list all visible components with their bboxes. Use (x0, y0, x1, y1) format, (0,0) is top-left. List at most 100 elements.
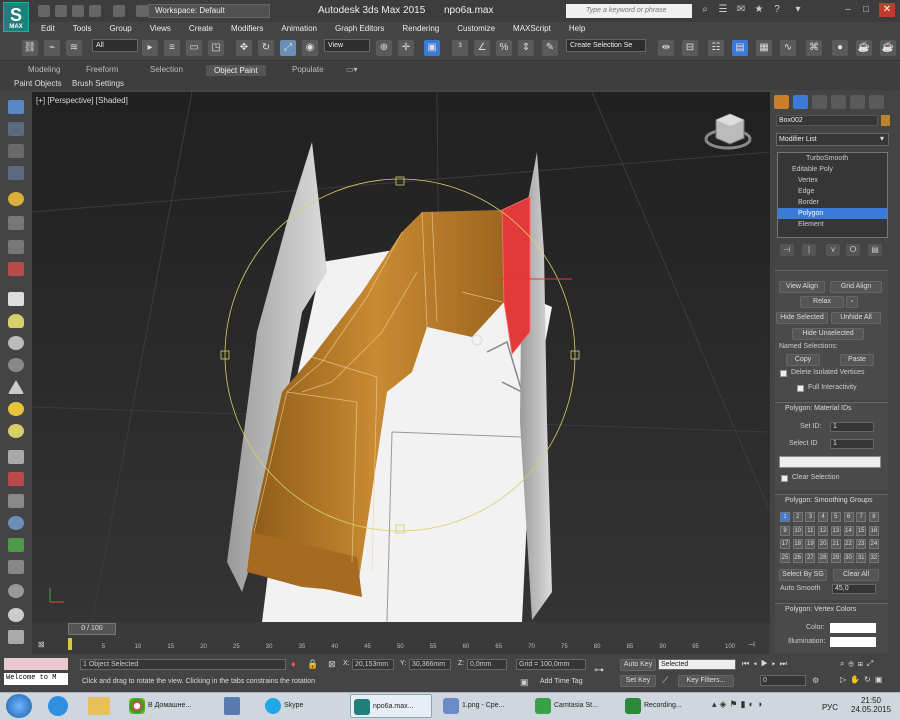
start-button-icon[interactable] (6, 694, 32, 718)
smoothing-group-button[interactable]: 5 (830, 512, 841, 522)
lock-selection-icon[interactable]: 🔒 (307, 659, 318, 670)
y-coord-field[interactable]: 30,366mm (409, 659, 451, 670)
angle-snap-icon[interactable]: ∠ (474, 40, 490, 56)
calculator-icon[interactable] (224, 697, 240, 715)
subscription-icon[interactable]: ☰ (715, 3, 731, 17)
menu-rendering[interactable]: Rendering (393, 23, 448, 35)
menu-maxscript[interactable]: MAXScript (504, 23, 560, 35)
key-mode-dropdown[interactable]: Selected (658, 659, 736, 670)
globe-icon[interactable] (8, 516, 24, 530)
scene-explorer-icon[interactable]: ☷ (708, 40, 724, 56)
grass-icon[interactable] (8, 450, 24, 464)
chevron-down-icon[interactable]: ▾ (880, 134, 884, 143)
stack-item-element[interactable]: Element (778, 219, 887, 230)
select-manipulate-icon[interactable]: ✛ (398, 40, 414, 56)
brush-tool-icon[interactable] (8, 100, 24, 114)
maxscript-listener-mini[interactable] (4, 658, 68, 670)
modifier-list-dropdown[interactable]: Modifier List (776, 133, 889, 146)
motion-tab-icon[interactable] (831, 95, 846, 109)
menu-graph-editors[interactable]: Graph Editors (326, 23, 393, 35)
pivot-center-icon[interactable]: ⊕ (376, 40, 392, 56)
smoothing-group-button[interactable]: 21 (830, 539, 841, 549)
vertex-colors-title[interactable]: Polygon: Vertex Colors (775, 604, 888, 616)
stack-item-polygon[interactable]: Polygon (778, 208, 887, 219)
smoothing-group-button[interactable]: 26 (792, 552, 803, 563)
smoothing-group-button[interactable]: 23 (856, 539, 867, 549)
smoothing-group-button[interactable]: 19 (805, 539, 816, 549)
stack-item-vertex[interactable]: Vertex (778, 175, 887, 186)
render-icon[interactable]: ☕ (880, 40, 896, 56)
grid-align-button[interactable]: Grid Align (830, 281, 882, 293)
menu-edit[interactable]: Edit (32, 23, 64, 35)
menu-help[interactable]: Help (560, 23, 594, 35)
key-filters-button[interactable]: Key Filters... (678, 675, 734, 687)
smoothing-group-button[interactable]: 27 (805, 552, 816, 563)
z-coord-field[interactable]: 0,0mm (467, 659, 507, 670)
smoothing-group-button[interactable]: 13 (830, 525, 841, 536)
unlink-icon[interactable]: ⌁ (44, 40, 60, 56)
smoothing-group-button[interactable]: 3 (805, 512, 816, 522)
stack-item-turbosmooth[interactable]: TurboSmooth (778, 153, 887, 164)
select-link-icon[interactable]: ⛓ (22, 40, 38, 56)
snap-toggle-icon[interactable]: ³ (452, 40, 468, 56)
smoothing-group-button[interactable]: 25 (780, 552, 790, 563)
set-key-icon[interactable]: ⊶ (594, 665, 604, 676)
key-tangents-icon[interactable]: ⟋ (662, 675, 668, 686)
new-file-icon[interactable] (38, 5, 50, 17)
remove-modifier-icon[interactable]: ⵔ (846, 244, 860, 256)
menu-animation[interactable]: Animation (272, 23, 326, 35)
undo-icon[interactable] (89, 5, 101, 17)
smoothing-group-button[interactable]: 12 (818, 525, 829, 536)
curve-editor-icon[interactable]: ∿ (780, 40, 796, 56)
rect-selection-icon[interactable]: ▭ (186, 40, 202, 56)
configure-sets-icon[interactable]: ▤ (868, 244, 882, 256)
stack-item-edge[interactable]: Edge (778, 186, 887, 197)
taskbar-camtasia[interactable]: Camtasia St... (532, 694, 614, 718)
smoothing-group-button[interactable]: 6 (843, 512, 854, 522)
mini-curve-editor-icon[interactable]: ⊠ (38, 640, 45, 649)
taskbar-image-viewer[interactable]: 1.png - Сре... (440, 694, 522, 718)
smoothing-group-button[interactable]: 31 (856, 552, 867, 563)
smoothing-groups-title[interactable]: Polygon: Smoothing Groups (775, 495, 888, 507)
view-align-button[interactable]: View Align (779, 281, 825, 293)
material-editor-icon[interactable]: ● (832, 40, 848, 56)
smoothing-group-button[interactable]: 8 (868, 512, 879, 522)
workspace-dropdown[interactable]: Workspace: Default (148, 4, 270, 18)
viewport-nav-controls[interactable]: ⌕⊕⊞⤢ (840, 659, 877, 669)
search-icon[interactable]: ⌕ (697, 3, 713, 17)
smoothing-group-button[interactable]: 24 (868, 539, 879, 549)
project-folder-icon[interactable] (136, 5, 148, 17)
time-slider[interactable]: 0 / 100 (32, 622, 770, 636)
smoothing-group-button[interactable]: 16 (868, 525, 879, 536)
stack-item-editable-poly[interactable]: Editable Poly (778, 164, 887, 175)
taskbar-recording[interactable]: Recording... (622, 694, 702, 718)
maxscript-welcome[interactable]: Welcome to M (4, 673, 68, 685)
select-id-spinner[interactable]: 1 (830, 439, 874, 449)
explorer-folder-icon[interactable] (88, 697, 110, 715)
menu-customize[interactable]: Customize (448, 23, 504, 35)
sun-icon[interactable] (8, 402, 24, 416)
smoothing-group-button[interactable]: 11 (805, 525, 816, 536)
current-frame-field[interactable]: 0 (760, 675, 806, 686)
torus-icon[interactable] (8, 358, 24, 372)
timeline-key-icon[interactable]: ⊣ (748, 640, 755, 649)
align-icon[interactable]: ⊟ (682, 40, 698, 56)
tab-populate[interactable]: Populate (292, 65, 324, 74)
pipe-icon[interactable] (8, 216, 24, 230)
spinner-snap-icon[interactable]: ⇕ (518, 40, 534, 56)
maximize-viewport-icon[interactable] (8, 630, 24, 644)
minimize-icon[interactable]: – (840, 3, 856, 17)
open-file-icon[interactable] (55, 5, 67, 17)
save-file-icon[interactable] (72, 5, 84, 17)
playback-controls[interactable]: ⏮◂▶▸⏭ (742, 659, 791, 669)
object-name-field[interactable]: Box002 (776, 115, 878, 126)
material-ids-title[interactable]: Polygon: Material IDs (775, 403, 888, 415)
full-interactivity-checkbox[interactable] (797, 385, 804, 392)
auto-smooth-spinner[interactable]: 45,0 (832, 584, 876, 594)
edit-named-selection-icon[interactable]: ✎ (542, 40, 558, 56)
redo-icon[interactable] (113, 5, 125, 17)
schematic-view-icon[interactable]: ⌘ (806, 40, 822, 56)
smoothing-group-button[interactable]: 30 (843, 552, 854, 563)
utilities-tab-icon[interactable] (869, 95, 884, 109)
place-icon[interactable]: ◉ (302, 40, 318, 56)
